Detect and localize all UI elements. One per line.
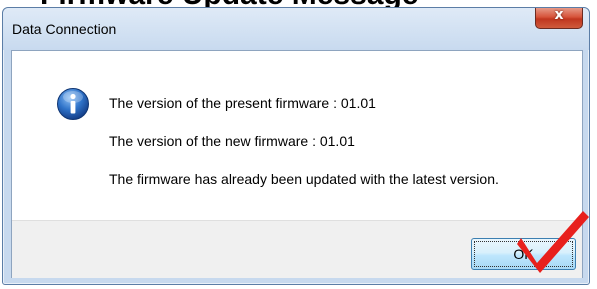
dialog-body: The version of the present firmware : 01… bbox=[11, 50, 583, 278]
dialog-title: Data Connection bbox=[12, 21, 117, 37]
data-connection-dialog: Data Connection x The version of the pre… bbox=[2, 7, 590, 285]
new-firmware-version-text: The version of the new firmware : 01.01 bbox=[109, 133, 355, 149]
checkmark-icon bbox=[517, 211, 589, 273]
close-button[interactable]: x bbox=[535, 7, 583, 29]
present-firmware-version-text: The version of the present firmware : 01… bbox=[109, 95, 376, 111]
message-area: The version of the present firmware : 01… bbox=[12, 51, 582, 220]
title-bar[interactable]: Data Connection x bbox=[3, 7, 589, 50]
info-icon bbox=[57, 88, 89, 120]
button-bar: OK bbox=[12, 220, 582, 278]
update-status-text: The firmware has already been updated wi… bbox=[109, 171, 499, 187]
close-icon: x bbox=[554, 7, 564, 23]
